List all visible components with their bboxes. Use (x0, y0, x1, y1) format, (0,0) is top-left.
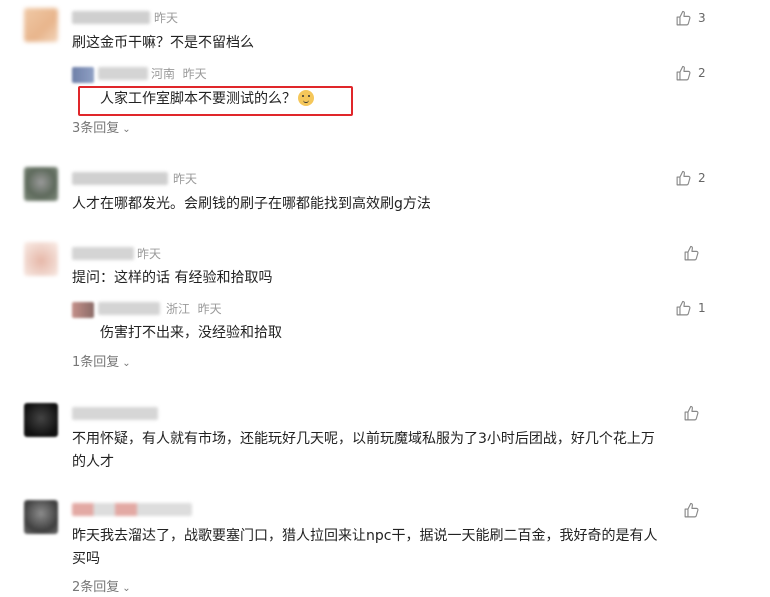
replies-label: 3条回复 (72, 121, 120, 136)
comment-text: 的人才 (72, 454, 114, 470)
thumbs-up-icon (675, 10, 692, 27)
chevron-down-icon: ⌄ (122, 124, 131, 135)
like-count: 1 (698, 301, 706, 315)
username[interactable] (72, 407, 158, 420)
like-button[interactable]: 2 (675, 170, 706, 187)
comment-text: 不用怀疑，有人就有市场，还能玩好几天呢，以前玩魔域私服为了3小时后团战，好几个花… (72, 431, 655, 447)
reply-time: 昨天 (197, 302, 222, 316)
smiling-face-icon (298, 90, 314, 106)
view-replies-link[interactable]: 2条回复 ⌄ (72, 580, 131, 597)
like-count: 3 (698, 11, 706, 25)
like-count: 2 (698, 171, 706, 185)
username[interactable] (72, 172, 168, 185)
like-button[interactable] (683, 502, 706, 519)
reply-text: 人家工作室脚本不要测试的么？ (100, 91, 296, 107)
comment-time: 昨天 (173, 172, 198, 186)
username[interactable] (72, 503, 192, 516)
avatar[interactable] (24, 167, 58, 201)
reply-location: 河南 (151, 67, 176, 81)
thumbs-up-icon (675, 65, 692, 82)
thumbs-up-icon (683, 502, 700, 519)
avatar[interactable] (24, 8, 58, 42)
reply-time: 昨天 (182, 67, 207, 81)
avatar[interactable] (72, 67, 94, 83)
reply-text: 伤害打不出来，没经验和拾取 (100, 325, 282, 341)
like-button[interactable]: 2 (675, 65, 706, 82)
username[interactable] (98, 67, 148, 80)
chevron-down-icon: ⌄ (122, 583, 131, 594)
thumbs-up-icon (683, 405, 700, 422)
replies-label: 2条回复 (72, 580, 120, 595)
thumbs-up-icon (683, 245, 700, 262)
view-replies-link[interactable]: 1条回复 ⌄ (72, 355, 131, 372)
username[interactable] (98, 302, 160, 315)
reply-text-row: 人家工作室脚本不要测试的么？ (100, 88, 314, 110)
comment-text: 买吗 (72, 551, 100, 567)
like-button[interactable]: 3 (675, 10, 706, 27)
username[interactable] (72, 247, 134, 260)
comment-text: 提问：这样的话 有经验和拾取吗 (72, 270, 273, 286)
avatar[interactable] (72, 302, 94, 318)
like-count: 2 (698, 66, 706, 80)
reply-meta: 河南 昨天 (151, 67, 207, 81)
chevron-down-icon: ⌄ (122, 358, 131, 369)
comment-time: 昨天 (154, 11, 179, 25)
view-replies-link[interactable]: 3条回复 ⌄ (72, 121, 131, 138)
comment-text: 刷这金币干嘛？不是不留档么 (72, 35, 254, 51)
avatar[interactable] (24, 242, 58, 276)
reply-location: 浙江 (166, 302, 191, 316)
username[interactable] (72, 11, 150, 24)
like-button[interactable]: 1 (675, 300, 706, 317)
thumbs-up-icon (675, 170, 692, 187)
thumbs-up-icon (675, 300, 692, 317)
reply-meta: 浙江 昨天 (166, 302, 222, 316)
avatar[interactable] (24, 403, 58, 437)
like-button[interactable] (683, 245, 706, 262)
comment-text: 人才在哪都发光。会刷钱的刷子在哪都能找到高效刷g方法 (72, 196, 431, 212)
like-button[interactable] (683, 405, 706, 422)
avatar[interactable] (24, 500, 58, 534)
replies-label: 1条回复 (72, 355, 120, 370)
comment-text: 昨天我去溜达了，战歌要塞门口，猎人拉回来让npc干，据说一天能刷二百金，我好奇的… (72, 528, 658, 544)
comment-time: 昨天 (137, 247, 162, 261)
